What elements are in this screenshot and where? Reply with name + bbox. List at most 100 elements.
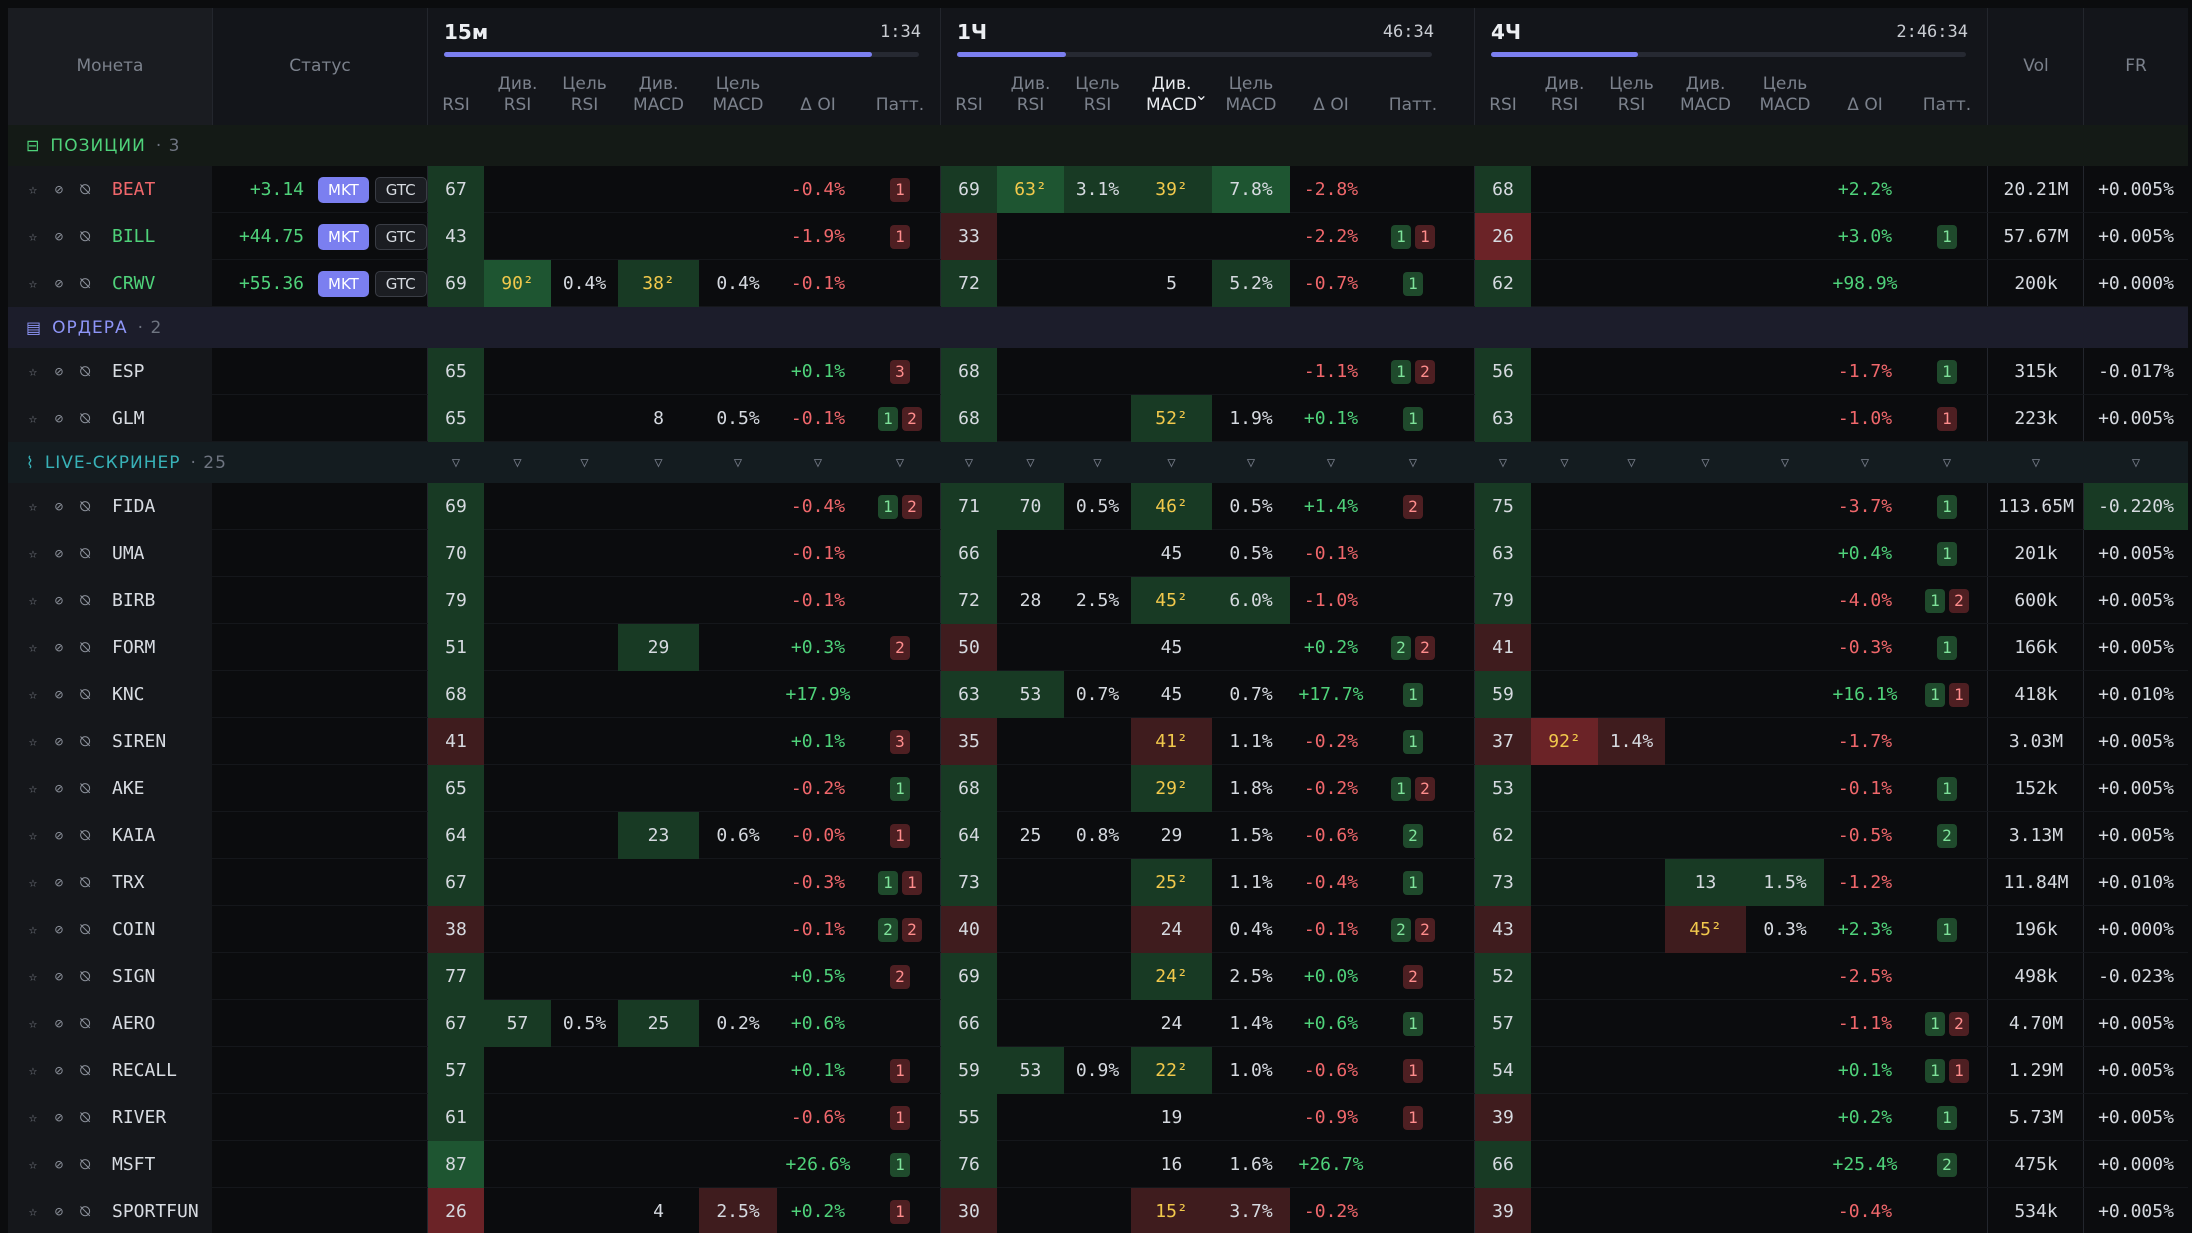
pattern-badge[interactable]: 2	[902, 494, 922, 519]
filter-icon[interactable]: ▽	[1372, 442, 1454, 483]
filter-icon[interactable]: ▽	[777, 442, 859, 483]
coin-ticker[interactable]: AERO	[102, 1013, 155, 1034]
coin-cell[interactable]: ☆ ⊘ ⦰ KNC	[8, 671, 212, 718]
pattern-badge[interactable]: 1	[1391, 224, 1411, 249]
gtc-order-badge[interactable]: GTC	[374, 176, 427, 203]
pattern-badge[interactable]: 2	[1415, 917, 1435, 942]
coin-cell[interactable]: ☆ ⊘ ⦰ COIN	[8, 906, 212, 953]
coin-ticker[interactable]: BIRB	[102, 590, 155, 611]
filter-icon[interactable]: ▽	[997, 442, 1064, 483]
pattern-badge[interactable]: 1	[1937, 635, 1957, 660]
pattern-badge[interactable]: 3	[890, 729, 910, 754]
pattern-badge[interactable]: 2	[902, 917, 922, 942]
pattern-badge[interactable]: 2	[1403, 964, 1423, 989]
eye-off-icon[interactable]: ⦰	[76, 1109, 94, 1127]
pattern-badge[interactable]: 1	[1937, 1105, 1957, 1130]
filter-icon[interactable]: ▽	[428, 442, 484, 483]
coin-ticker[interactable]: BEAT	[102, 179, 155, 200]
coin-cell[interactable]: ☆ ⊘ ⦰ BILL	[8, 213, 212, 260]
block-icon[interactable]: ⊘	[50, 733, 68, 751]
filter-icon[interactable]: ▽	[618, 442, 699, 483]
star-icon[interactable]: ☆	[24, 498, 42, 516]
filter-icon[interactable]: ▽	[1988, 442, 2084, 483]
pattern-badge[interactable]: 1	[1937, 917, 1957, 942]
pattern-badge[interactable]: 1	[890, 177, 910, 202]
filter-icon[interactable]: ▽	[1475, 442, 1531, 483]
coin-ticker[interactable]: FIDA	[102, 496, 155, 517]
pattern-badge[interactable]: 1	[1937, 494, 1957, 519]
pattern-badge[interactable]: 1	[890, 823, 910, 848]
column-15м-sub-3[interactable]: Див. MACD	[618, 64, 699, 125]
market-order-badge[interactable]: MKT	[318, 270, 369, 297]
coin-cell[interactable]: ☆ ⊘ ⦰ RIVER	[8, 1094, 212, 1141]
coin-ticker[interactable]: RIVER	[102, 1107, 166, 1128]
column-15м-sub-4[interactable]: Цель MACD	[699, 64, 777, 125]
column-4Ч-sub-6[interactable]: Патт.	[1906, 64, 1988, 125]
coin-ticker[interactable]: UMA	[102, 543, 145, 564]
block-icon[interactable]: ⊘	[50, 921, 68, 939]
gtc-order-badge[interactable]: GTC	[374, 270, 427, 297]
pattern-badge[interactable]: 1	[902, 870, 922, 895]
filter-icon[interactable]: ▽	[551, 442, 618, 483]
chevron-down-icon[interactable]: ⌄	[1195, 84, 1208, 105]
pattern-badge[interactable]: 2	[1937, 823, 1957, 848]
pattern-badge[interactable]: 2	[890, 635, 910, 660]
pattern-badge[interactable]: 1	[890, 1058, 910, 1083]
column-1Ч-sub-4[interactable]: Цель MACD	[1212, 64, 1290, 125]
column-status[interactable]: Статус	[212, 8, 428, 125]
star-icon[interactable]: ☆	[24, 592, 42, 610]
eye-off-icon[interactable]: ⦰	[76, 181, 94, 199]
column-4Ч-sub-0[interactable]: RSI	[1475, 64, 1531, 125]
column-1Ч-sub-6[interactable]: Патт.	[1372, 64, 1454, 125]
eye-off-icon[interactable]: ⦰	[76, 639, 94, 657]
column-fr[interactable]: FR	[2084, 8, 2188, 125]
block-icon[interactable]: ⊘	[50, 1015, 68, 1033]
eye-off-icon[interactable]: ⦰	[76, 545, 94, 563]
pattern-badge[interactable]: 1	[1403, 1058, 1423, 1083]
eye-off-icon[interactable]: ⦰	[76, 968, 94, 986]
filter-icon[interactable]: ▽	[1665, 442, 1746, 483]
filter-icon[interactable]: ▽	[1064, 442, 1131, 483]
filter-icon[interactable]: ▽	[1290, 442, 1372, 483]
coin-ticker[interactable]: BILL	[102, 226, 155, 247]
column-4Ч-sub-1[interactable]: Див. RSI	[1531, 64, 1598, 125]
block-icon[interactable]: ⊘	[50, 780, 68, 798]
star-icon[interactable]: ☆	[24, 639, 42, 657]
column-4Ч-sub-5[interactable]: Δ OI	[1824, 64, 1906, 125]
coin-cell[interactable]: ☆ ⊘ ⦰ RECALL	[8, 1047, 212, 1094]
pattern-badge[interactable]: 1	[1949, 1058, 1969, 1083]
eye-off-icon[interactable]: ⦰	[76, 228, 94, 246]
block-icon[interactable]: ⊘	[50, 874, 68, 892]
pattern-badge[interactable]: 1	[1415, 224, 1435, 249]
filter-icon[interactable]: ▽	[1131, 442, 1212, 483]
column-15м-sub-6[interactable]: Патт.	[859, 64, 941, 125]
pattern-badge[interactable]: 3	[890, 359, 910, 384]
star-icon[interactable]: ☆	[24, 921, 42, 939]
pattern-badge[interactable]: 1	[878, 494, 898, 519]
eye-off-icon[interactable]: ⦰	[76, 874, 94, 892]
block-icon[interactable]: ⊘	[50, 181, 68, 199]
column-4Ч-sub-3[interactable]: Див. MACD	[1665, 64, 1746, 125]
coin-ticker[interactable]: SIREN	[102, 731, 166, 752]
pattern-badge[interactable]: 1	[1925, 1058, 1945, 1083]
block-icon[interactable]: ⊘	[50, 1203, 68, 1221]
eye-off-icon[interactable]: ⦰	[76, 1156, 94, 1174]
pattern-badge[interactable]: 1	[1403, 870, 1423, 895]
star-icon[interactable]: ☆	[24, 275, 42, 293]
column-1Ч-sub-5[interactable]: Δ OI	[1290, 64, 1372, 125]
pattern-badge[interactable]: 1	[890, 1152, 910, 1177]
pattern-badge[interactable]: 1	[1925, 588, 1945, 613]
coin-cell[interactable]: ☆ ⊘ ⦰ SIGN	[8, 953, 212, 1000]
pattern-badge[interactable]: 2	[1937, 1152, 1957, 1177]
pattern-badge[interactable]: 1	[890, 1199, 910, 1224]
coin-cell[interactable]: ☆ ⊘ ⦰ ESP	[8, 348, 212, 395]
coin-ticker[interactable]: COIN	[102, 919, 155, 940]
star-icon[interactable]: ☆	[24, 874, 42, 892]
star-icon[interactable]: ☆	[24, 827, 42, 845]
block-icon[interactable]: ⊘	[50, 275, 68, 293]
star-icon[interactable]: ☆	[24, 410, 42, 428]
pattern-badge[interactable]: 2	[1949, 588, 1969, 613]
market-order-badge[interactable]: MKT	[318, 223, 369, 250]
gtc-order-badge[interactable]: GTC	[374, 223, 427, 250]
timeframe-label[interactable]: 1Ч	[957, 20, 987, 44]
